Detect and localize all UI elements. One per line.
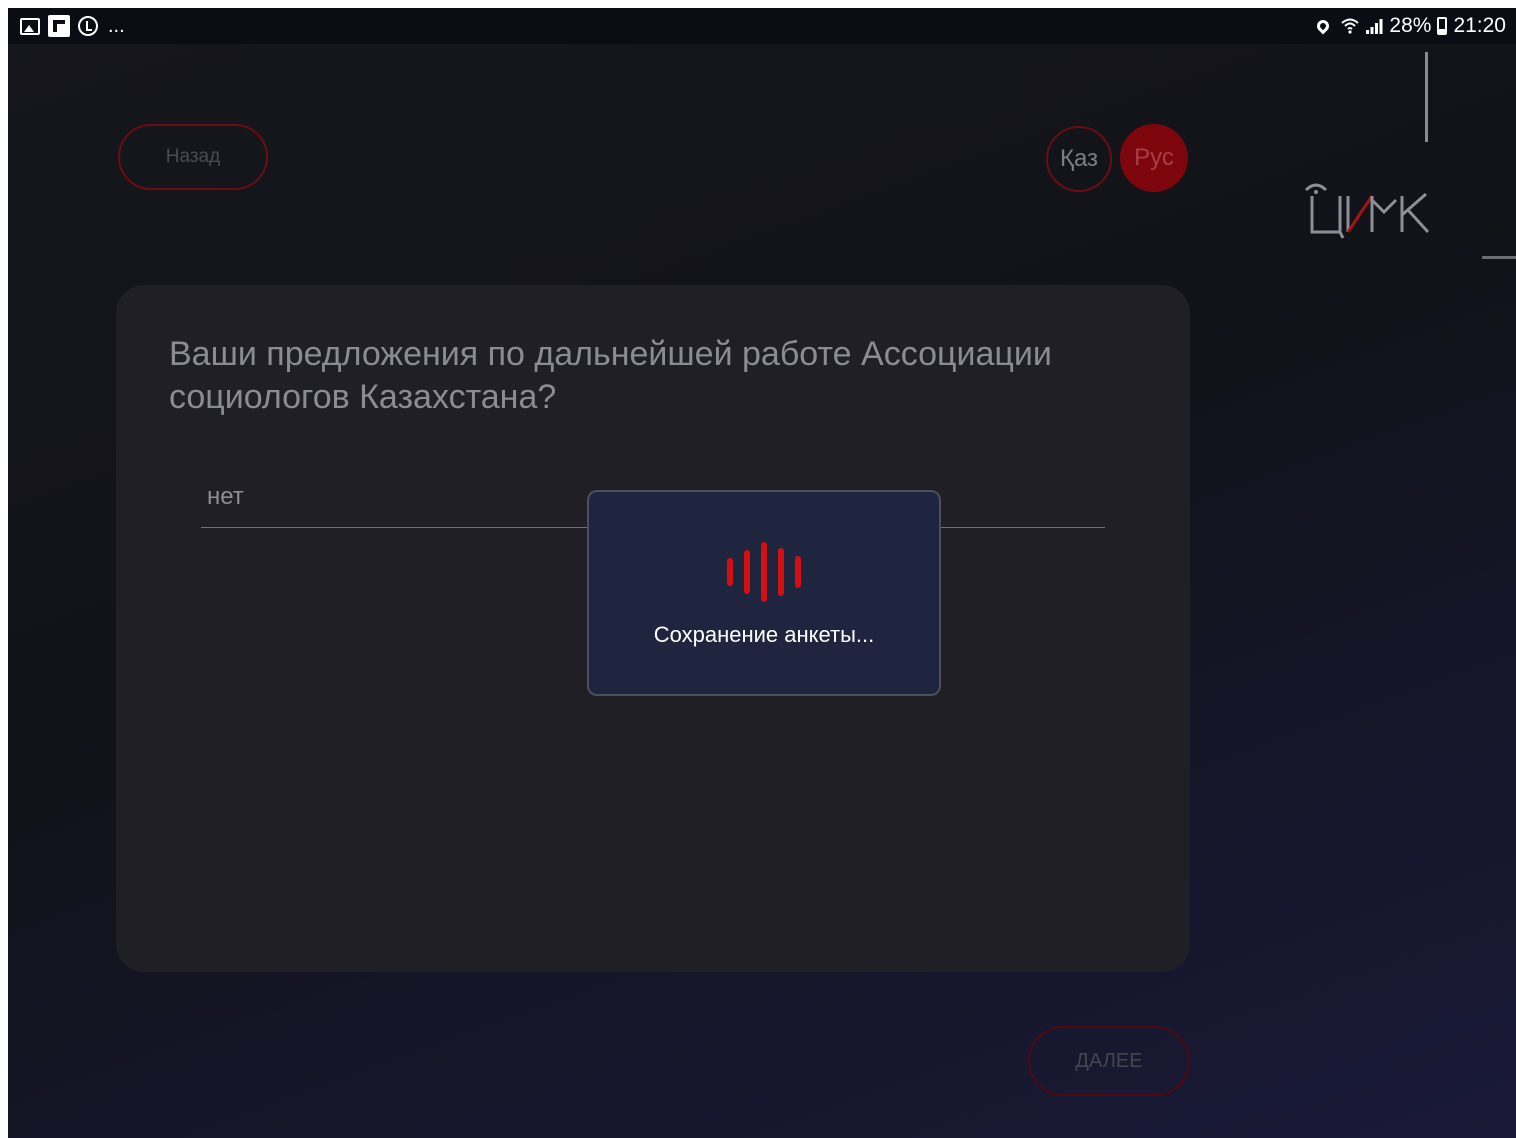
clock: 21:20: [1453, 14, 1506, 37]
battery-percent: 28%: [1389, 14, 1432, 37]
sync-icon: [78, 16, 98, 36]
status-right: 28% 21:20: [1314, 12, 1506, 40]
saving-dialog: Сохранение анкеты...: [587, 490, 941, 696]
back-button[interactable]: Назад: [118, 124, 268, 190]
status-bar: ... 28% 21:20: [8, 8, 1516, 44]
lang-russian-button[interactable]: Рус: [1120, 124, 1188, 192]
loading-spinner-icon: [727, 542, 803, 602]
cimk-logo: [1304, 183, 1430, 239]
gallery-icon: [20, 17, 40, 35]
question-text: Ваши предложения по дальнейшей работе Ас…: [169, 335, 1052, 416]
wifi-icon: [1341, 17, 1360, 35]
next-button[interactable]: ДАЛЕЕ: [1028, 1026, 1190, 1096]
flipboard-icon: [48, 15, 70, 37]
logo-divider-vertical: [1425, 52, 1428, 142]
status-left: ...: [20, 14, 125, 38]
location-icon: [1314, 17, 1332, 35]
saving-message: Сохранение анкеты...: [653, 622, 875, 647]
lang-kazakh-button[interactable]: Қаз: [1046, 126, 1112, 192]
answer-input[interactable]: нет: [207, 483, 244, 511]
more-notifications: ...: [108, 15, 125, 37]
app-screen: ... 28% 21:20 Назад Қаз Рус Ваши предлож…: [8, 8, 1516, 1138]
signal-icon: [1365, 17, 1383, 35]
logo-divider-horizontal: [1482, 256, 1516, 259]
battery-icon: [1437, 17, 1448, 35]
